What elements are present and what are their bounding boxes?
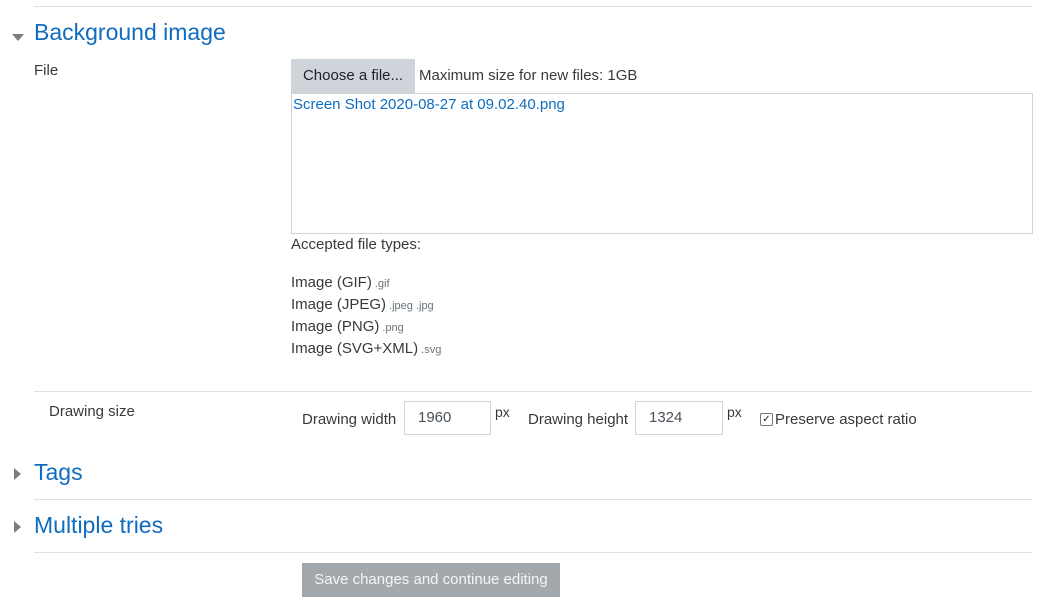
drawing-width-label: Drawing width	[302, 411, 397, 428]
section-title-tags[interactable]: Tags	[34, 459, 83, 486]
accepted-types-label: Accepted file types:	[291, 236, 422, 253]
accepted-type-name: Image (JPEG)	[291, 296, 387, 313]
max-size-text: Maximum size for new files: 1GB	[419, 67, 638, 84]
preserve-aspect-ratio-label[interactable]: Preserve aspect ratio	[775, 411, 917, 428]
height-unit: px	[727, 404, 742, 420]
accepted-type-item: Image (SVG+XML) .svg	[291, 340, 441, 357]
top-divider	[34, 6, 1032, 7]
accepted-type-item: Image (JPEG) .jpeg .jpg	[291, 296, 434, 313]
chevron-right-icon[interactable]	[14, 467, 22, 484]
width-unit: px	[495, 404, 510, 420]
divider	[34, 499, 1032, 500]
accepted-type-ext: .jpeg .jpg	[389, 300, 434, 312]
drawing-height-label: Drawing height	[528, 411, 629, 428]
uploaded-file-link[interactable]: Screen Shot 2020-08-27 at 09.02.40.png	[293, 96, 565, 113]
divider	[34, 552, 1032, 553]
drawing-size-label: Drawing size	[49, 403, 135, 420]
section-title-multiple-tries[interactable]: Multiple tries	[34, 512, 163, 539]
accepted-type-name: Image (SVG+XML)	[291, 340, 419, 357]
choose-file-button[interactable]: Choose a file...	[291, 59, 415, 93]
chevron-down-icon[interactable]	[12, 29, 24, 46]
accepted-type-name: Image (PNG)	[291, 318, 380, 335]
check-icon: ✓	[762, 414, 771, 425]
accepted-type-ext: .gif	[374, 278, 390, 290]
preserve-aspect-ratio-checkbox[interactable]: ✓	[760, 413, 773, 426]
accepted-type-item: Image (PNG) .png	[291, 318, 404, 335]
drawing-width-input[interactable]	[404, 401, 491, 435]
file-drop-area[interactable]: Screen Shot 2020-08-27 at 09.02.40.png	[291, 93, 1033, 234]
chevron-right-icon[interactable]	[14, 520, 22, 537]
section-title-background-image[interactable]: Background image	[34, 19, 226, 46]
accepted-type-item: Image (GIF) .gif	[291, 274, 390, 291]
file-label: File	[34, 62, 59, 79]
accepted-type-name: Image (GIF)	[291, 274, 372, 291]
accepted-type-ext: .svg	[421, 344, 442, 356]
save-continue-button[interactable]: Save changes and continue editing	[302, 563, 560, 597]
divider	[34, 391, 1032, 392]
drawing-height-input[interactable]	[635, 401, 723, 435]
accepted-type-ext: .png	[382, 322, 404, 334]
